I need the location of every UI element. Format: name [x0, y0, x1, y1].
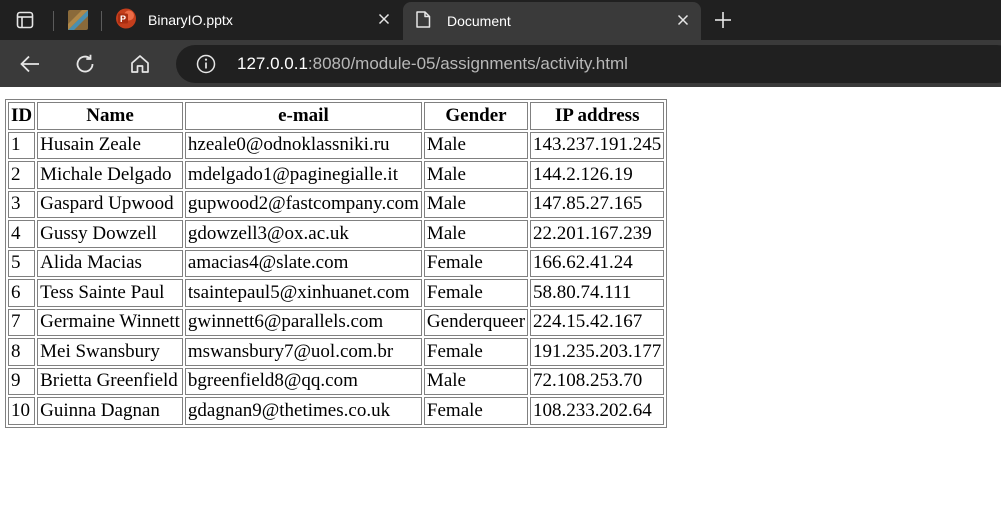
- column-header: ID: [8, 102, 36, 130]
- table-row: 2 Michale Delgado mdelgado1@paginegialle.i…: [8, 161, 665, 189]
- cell-gender: Male: [423, 131, 529, 159]
- workspace-button[interactable]: [60, 5, 96, 35]
- tab-actions-icon: [16, 11, 34, 29]
- svg-text:P: P: [120, 14, 126, 24]
- page-content: ID Name e-mail Gender IP address 1 Husain Zea…: [0, 87, 1001, 518]
- cell-ip: 191.235.203.177: [530, 338, 665, 366]
- cell-name: Brietta Greenfield: [37, 367, 183, 395]
- reload-icon: [76, 54, 94, 73]
- cell-email: hzeale0@odnoklassniki.ru: [184, 131, 422, 159]
- cell-name: Husain Zeale: [37, 131, 183, 159]
- cell-ip: 224.15.42.167: [530, 308, 665, 336]
- url-path: :8080/module-05/assignments/activity.htm…: [307, 54, 628, 73]
- cell-email: gdagnan9@thetimes.co.uk: [184, 397, 422, 425]
- cell-id: 7: [8, 308, 36, 336]
- home-button[interactable]: [122, 46, 158, 82]
- table-row: 1 Husain Zeale hzeale0@odnoklassniki.ru Mal…: [8, 131, 665, 159]
- cell-id: 3: [8, 190, 36, 218]
- table-body: 1 Husain Zeale hzeale0@odnoklassniki.ru Mal…: [8, 131, 665, 425]
- cell-gender: Female: [423, 338, 529, 366]
- cell-ip: 144.2.126.19: [530, 161, 665, 189]
- cell-ip: 166.62.41.24: [530, 249, 665, 277]
- cell-ip: 22.201.167.239: [530, 220, 665, 248]
- cell-gender: Female: [423, 249, 529, 277]
- cell-gender: Male: [423, 367, 529, 395]
- site-info-icon[interactable]: [196, 54, 216, 79]
- cell-id: 10: [8, 397, 36, 425]
- tab-binaryio[interactable]: P BinaryIO.pptx: [104, 0, 402, 40]
- cell-gender: Male: [423, 190, 529, 218]
- new-tab-button[interactable]: [706, 4, 740, 36]
- cell-ip: 58.80.74.111: [530, 279, 665, 307]
- table-row: 9 Brietta Greenfield bgreenfield8@qq.com Ma…: [8, 367, 665, 395]
- cell-gender: Female: [423, 397, 529, 425]
- powerpoint-icon: P: [116, 8, 136, 32]
- cell-email: bgreenfield8@qq.com: [184, 367, 422, 395]
- cell-email: gdowzell3@ox.ac.uk: [184, 220, 422, 248]
- cell-name: Mei Swansbury: [37, 338, 183, 366]
- table-row: 7 Germaine Winnett gwinnett6@parallels.com…: [8, 308, 665, 336]
- cell-id: 8: [8, 338, 36, 366]
- table-row: 8 Mei Swansbury mswansbury7@uol.com.br Fema…: [8, 338, 665, 366]
- address-bar[interactable]: 127.0.0.1:8080/module-05/assignments/act…: [176, 45, 1001, 83]
- cell-email: tsaintepaul5@xinhuanet.com: [184, 279, 422, 307]
- table-header-row: ID Name e-mail Gender IP address: [8, 102, 665, 130]
- cell-name: Gaspard Upwood: [37, 190, 183, 218]
- cell-email: gwinnett6@parallels.com: [184, 308, 422, 336]
- cell-id: 9: [8, 367, 36, 395]
- document-icon: [415, 11, 431, 32]
- cell-id: 5: [8, 249, 36, 277]
- home-icon: [131, 55, 149, 73]
- table-row: 10 Guinna Dagnan gdagnan9@thetimes.co.uk Fe…: [8, 397, 665, 425]
- close-icon[interactable]: [378, 12, 390, 28]
- back-button[interactable]: [12, 46, 48, 82]
- column-header: Gender: [423, 102, 529, 130]
- cell-gender: Female: [423, 279, 529, 307]
- close-icon[interactable]: [677, 13, 689, 29]
- tab-separator: [101, 11, 102, 31]
- browser-toolbar: 127.0.0.1:8080/module-05/assignments/act…: [0, 40, 1001, 87]
- cell-id: 6: [8, 279, 36, 307]
- tab-strip: P BinaryIO.pptx Document: [0, 0, 1001, 40]
- cell-gender: Male: [423, 220, 529, 248]
- cell-name: Tess Sainte Paul: [37, 279, 183, 307]
- cell-name: Guinna Dagnan: [37, 397, 183, 425]
- cell-ip: 147.85.27.165: [530, 190, 665, 218]
- table-row: 3 Gaspard Upwood gupwood2@fastcompany.com M…: [8, 190, 665, 218]
- column-header: e-mail: [184, 102, 422, 130]
- tab-title: BinaryIO.pptx: [148, 12, 233, 28]
- column-header: Name: [37, 102, 183, 130]
- cell-id: 1: [8, 131, 36, 159]
- url-text: 127.0.0.1:8080/module-05/assignments/act…: [237, 54, 628, 74]
- cell-gender: Male: [423, 161, 529, 189]
- table-row: 6 Tess Sainte Paul tsaintepaul5@xinhuanet.…: [8, 279, 665, 307]
- plus-icon: [715, 12, 731, 28]
- tab-document[interactable]: Document: [403, 2, 701, 40]
- cell-name: Alida Macias: [37, 249, 183, 277]
- cell-ip: 72.108.253.70: [530, 367, 665, 395]
- user-table: ID Name e-mail Gender IP address 1 Husain Zea…: [5, 99, 668, 428]
- workspace-icon: [68, 10, 88, 30]
- cell-name: Germaine Winnett: [37, 308, 183, 336]
- cell-email: gupwood2@fastcompany.com: [184, 190, 422, 218]
- column-header: IP address: [530, 102, 665, 130]
- tab-title: Document: [447, 13, 511, 29]
- cell-email: mdelgado1@paginegialle.it: [184, 161, 422, 189]
- reload-button[interactable]: [67, 46, 103, 82]
- cell-ip: 143.237.191.245: [530, 131, 665, 159]
- cell-ip: 108.233.202.64: [530, 397, 665, 425]
- cell-email: amacias4@slate.com: [184, 249, 422, 277]
- back-arrow-icon: [20, 55, 39, 73]
- tab-actions-button[interactable]: [7, 5, 43, 35]
- table-row: 4 Gussy Dowzell gdowzell3@ox.ac.uk Male 22.2…: [8, 220, 665, 248]
- cell-id: 4: [8, 220, 36, 248]
- cell-id: 2: [8, 161, 36, 189]
- cell-email: mswansbury7@uol.com.br: [184, 338, 422, 366]
- tab-separator: [53, 11, 54, 31]
- cell-gender: Genderqueer: [423, 308, 529, 336]
- table-row: 5 Alida Macias amacias4@slate.com Female 166…: [8, 249, 665, 277]
- url-host: 127.0.0.1: [237, 54, 308, 73]
- cell-name: Michale Delgado: [37, 161, 183, 189]
- cell-name: Gussy Dowzell: [37, 220, 183, 248]
